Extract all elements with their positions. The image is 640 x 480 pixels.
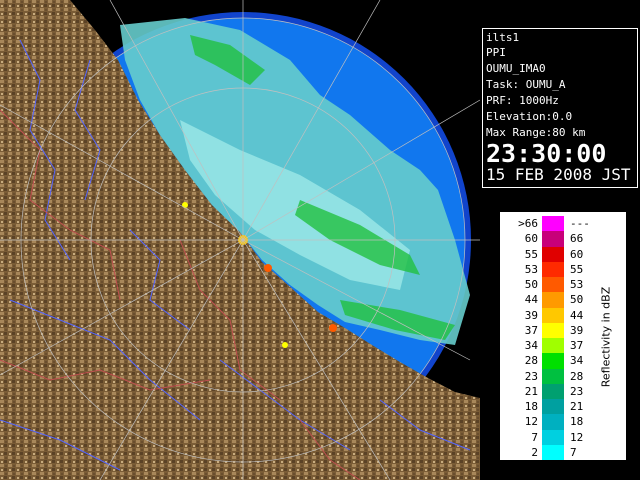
max-range-label: Max Range:80 km xyxy=(486,126,586,139)
legend-lower-bound: 50 xyxy=(524,278,538,291)
legend-row: 60 66 xyxy=(500,231,620,247)
legend-row: 18 21 xyxy=(500,399,620,415)
legend-color-swatch xyxy=(542,383,564,399)
legend-title: Reflectivity in dBZ xyxy=(600,212,613,462)
legend-row: 7 12 xyxy=(500,429,620,445)
legend-row: >66 --- xyxy=(500,216,620,232)
legend-upper-bound: 66 xyxy=(570,232,584,246)
legend-lower-bound: 60 xyxy=(524,232,538,246)
reflectivity-legend: >66 --- 60 66 55 60 53 55 50 53 44 50 39 44 37 39 34 37 28… xyxy=(498,210,628,462)
legend-lower-bound: 53 xyxy=(524,262,538,276)
legend-color-swatch xyxy=(542,231,564,247)
prf-label: PRF: 1000Hz xyxy=(486,94,559,107)
legend-color-swatch xyxy=(542,292,564,308)
legend-upper-bound: 12 xyxy=(570,430,584,444)
legend-lower-bound: 12 xyxy=(524,415,538,429)
echo-cell-3 xyxy=(329,324,337,332)
legend-color-swatch xyxy=(542,246,564,262)
scan-type: PPI xyxy=(486,46,506,59)
legend-lower-bound: 39 xyxy=(524,308,538,322)
station-name: ilts1 xyxy=(486,31,520,44)
legend-color-swatch xyxy=(542,399,564,415)
legend-upper-bound: 18 xyxy=(570,415,584,429)
task-label: Task: OUMU_A xyxy=(486,78,566,91)
legend-color-swatch xyxy=(542,444,564,460)
legend-color-swatch xyxy=(542,261,564,277)
legend-upper-bound: --- xyxy=(570,217,590,230)
echo-cell-2 xyxy=(264,264,272,272)
echo-cell-5 xyxy=(282,342,288,348)
legend-lower-bound: 28 xyxy=(524,354,538,368)
observation-date: 15 FEB 2008 JST xyxy=(486,165,631,184)
legend-upper-bound: 55 xyxy=(570,262,584,276)
echo-cell-4 xyxy=(182,202,188,208)
legend-color-swatch xyxy=(542,216,564,232)
legend-color-swatch xyxy=(542,429,564,445)
legend-title-text: Reflectivity in dBZ xyxy=(599,286,613,388)
legend-lower-bound: 2 xyxy=(531,445,538,459)
legend-lower-bound: 21 xyxy=(524,384,538,398)
legend-row: 12 18 xyxy=(500,414,620,430)
legend-color-swatch xyxy=(542,338,564,354)
legend-row: 27 xyxy=(500,444,620,460)
legend-color-swatch xyxy=(542,307,564,323)
observation-time: 23:30:00 xyxy=(486,139,607,168)
legend-upper-bound: 21 xyxy=(570,400,584,413)
radar-info-panel: ilts1 PPI OUMU_IMA0 Task: OUMU_A PRF: 10… xyxy=(482,28,638,188)
legend-color-swatch xyxy=(542,322,564,338)
legend-upper-bound: 60 xyxy=(570,247,584,261)
legend-lower-bound: >66 xyxy=(518,217,538,230)
legend-row: 53 55 xyxy=(500,261,620,277)
legend-color-swatch xyxy=(542,368,564,384)
legend-lower-bound: 55 xyxy=(524,247,538,261)
legend-upper-bound: 7 xyxy=(570,445,577,459)
legend-row: 55 60 xyxy=(500,246,620,262)
radar-ppi-map xyxy=(0,0,480,480)
legend-lower-bound: 37 xyxy=(524,323,538,337)
site-id: OUMU_IMA0 xyxy=(486,62,546,75)
legend-lower-bound: 34 xyxy=(524,339,538,352)
legend-color-swatch xyxy=(542,277,564,293)
legend-lower-bound: 44 xyxy=(524,293,538,307)
legend-color-swatch xyxy=(542,414,564,430)
legend-color-swatch xyxy=(542,353,564,369)
legend-lower-bound: 7 xyxy=(531,430,538,444)
legend-lower-bound: 23 xyxy=(524,369,538,383)
legend-lower-bound: 18 xyxy=(524,400,538,413)
elevation-label: Elevation:0.0 xyxy=(486,110,573,123)
